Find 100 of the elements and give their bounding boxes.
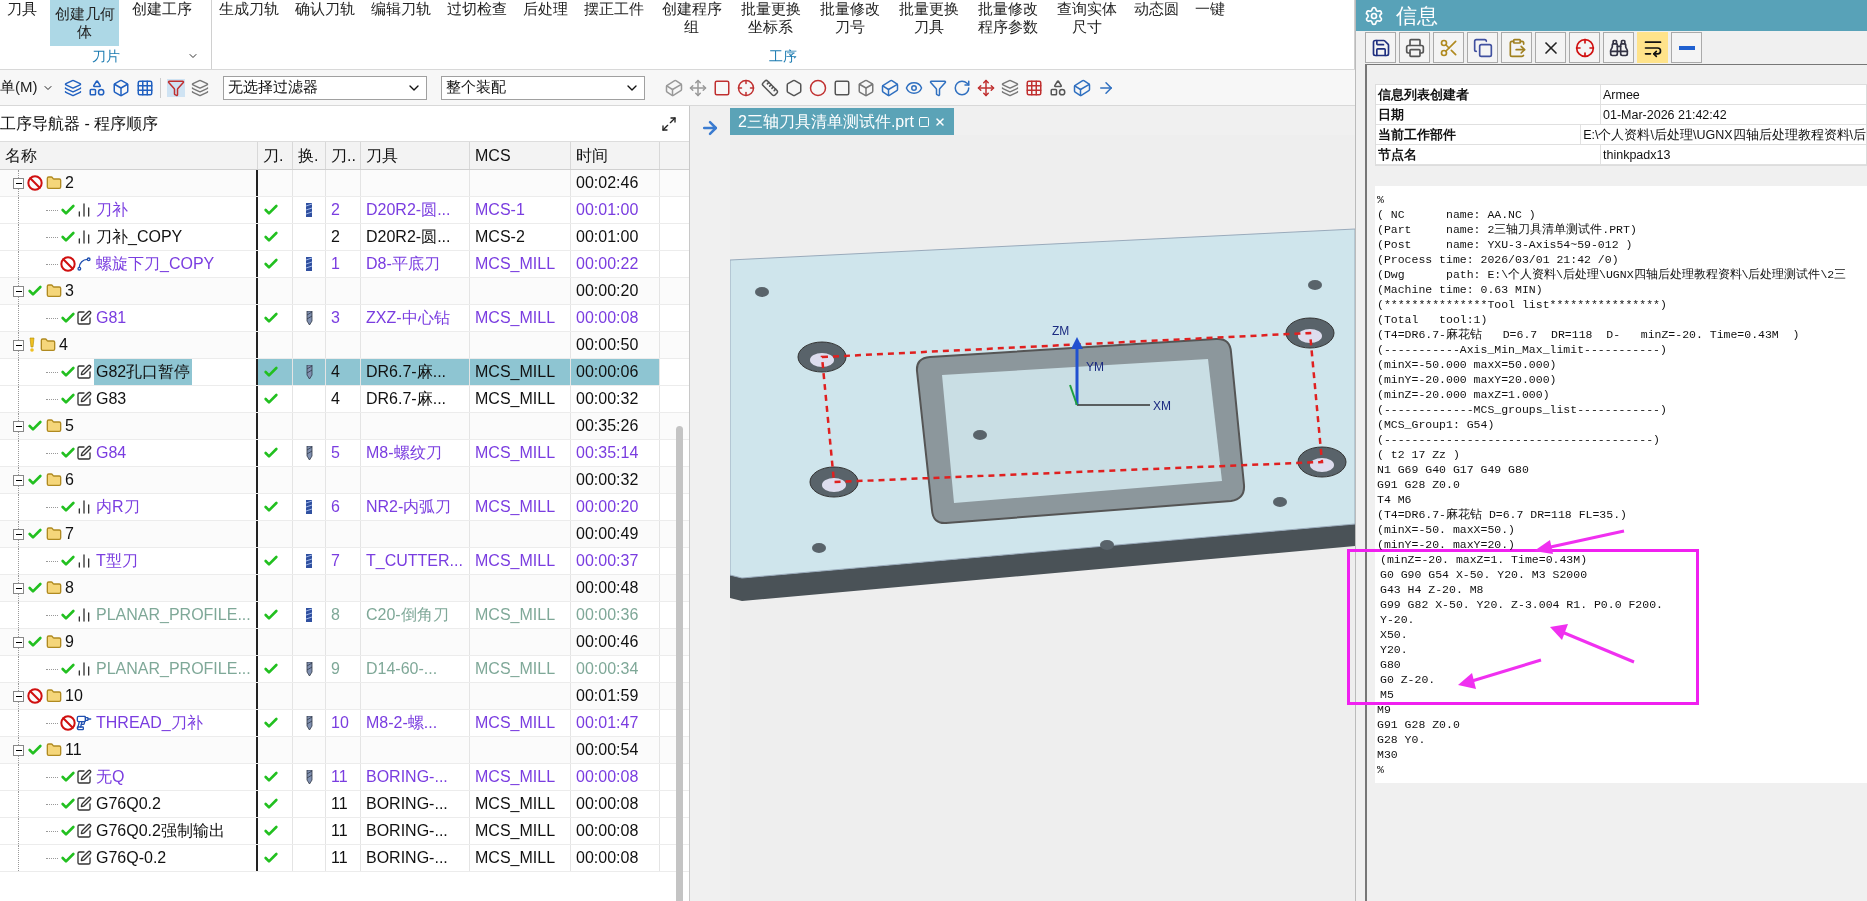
scrollbar[interactable] bbox=[676, 426, 683, 901]
shapes-icon[interactable] bbox=[1048, 78, 1067, 97]
tool-button[interactable] bbox=[1365, 32, 1396, 63]
table-cell-text: 00:00:37 bbox=[576, 551, 639, 571]
ribbon-button[interactable]: 过切检查 bbox=[444, 0, 510, 18]
ribbon-button[interactable]: 查询实体尺寸 bbox=[1052, 0, 1121, 36]
ribbon-button[interactable]: 后处理 bbox=[520, 0, 571, 18]
operation-name[interactable]: THREAD_刀补 bbox=[96, 711, 203, 735]
ribbon-button[interactable]: 批量更换刀具 bbox=[894, 0, 963, 36]
collapse-icon[interactable] bbox=[13, 339, 24, 351]
ribbon-button[interactable]: 创建工序 bbox=[129, 0, 195, 18]
collapse-icon[interactable] bbox=[13, 177, 24, 189]
box-icon[interactable] bbox=[856, 78, 875, 97]
operation-name[interactable]: G84 bbox=[96, 441, 127, 465]
circle-icon[interactable] bbox=[808, 78, 827, 97]
rotate-icon[interactable] bbox=[952, 78, 971, 97]
ribbon-button[interactable]: 一键 bbox=[1192, 0, 1228, 18]
tool-button[interactable] bbox=[1467, 32, 1498, 63]
column-header[interactable]: 刀.. bbox=[326, 142, 361, 169]
3d-viewport[interactable]: ZM YM XM bbox=[730, 135, 1355, 901]
operation-name[interactable]: 内R刀 bbox=[96, 495, 140, 519]
menu-button[interactable]: 单(M) bbox=[0, 76, 58, 99]
collapse-icon[interactable] bbox=[13, 636, 24, 648]
cube-icon[interactable] bbox=[880, 78, 899, 97]
operation-name[interactable]: G76Q0.2 bbox=[96, 792, 161, 816]
layers-icon[interactable] bbox=[190, 78, 209, 97]
operation-name[interactable]: G83 bbox=[96, 387, 127, 411]
collapse-icon[interactable] bbox=[13, 582, 24, 594]
collapse-icon[interactable] bbox=[13, 285, 24, 297]
column-header[interactable]: 刀. bbox=[258, 142, 293, 169]
operation-name[interactable]: 刀补_COPY bbox=[96, 225, 183, 249]
ribbon-button[interactable]: 编辑刀轨 bbox=[368, 0, 434, 18]
ribbon-button[interactable]: 创建程序组 bbox=[657, 0, 726, 36]
dropdown[interactable]: 无选择过滤器 bbox=[222, 75, 427, 100]
collapse-icon[interactable] bbox=[13, 528, 24, 540]
collapse-icon[interactable] bbox=[13, 474, 24, 486]
ruler-icon[interactable] bbox=[760, 78, 779, 97]
operation-name[interactable]: G81 bbox=[96, 306, 127, 330]
group-name[interactable]: 11 bbox=[65, 738, 82, 762]
collapse-icon[interactable] bbox=[13, 690, 24, 702]
operation-name[interactable]: 无Q bbox=[96, 765, 125, 789]
group-name[interactable]: 2 bbox=[65, 171, 74, 195]
operation-name[interactable]: 螺旋下刀_COPY bbox=[96, 252, 215, 276]
collapse-icon[interactable] bbox=[13, 744, 24, 756]
group-name[interactable]: 9 bbox=[65, 630, 74, 654]
column-header[interactable]: 时间 bbox=[571, 142, 660, 169]
dropdown[interactable]: 整个装配 bbox=[440, 75, 645, 100]
operation-name[interactable]: G76Q-0.2 bbox=[96, 846, 167, 870]
filter-icon[interactable] bbox=[166, 78, 185, 97]
operation-name[interactable]: T型刀 bbox=[96, 549, 138, 573]
tool-button[interactable] bbox=[1535, 32, 1566, 63]
crosshair-icon[interactable] bbox=[736, 78, 755, 97]
window-icon[interactable] bbox=[918, 115, 930, 128]
selection-box-icon[interactable] bbox=[832, 78, 851, 97]
hexagon-icon[interactable] bbox=[784, 78, 803, 97]
operation-name[interactable]: G76Q0.2强制输出 bbox=[96, 819, 225, 843]
column-header[interactable]: 名称 bbox=[0, 142, 258, 169]
filter-icon[interactable] bbox=[928, 78, 947, 97]
grid-icon[interactable] bbox=[135, 78, 154, 97]
group-name[interactable]: 6 bbox=[65, 468, 74, 492]
column-header[interactable]: 刀具 bbox=[361, 142, 470, 169]
close-icon[interactable] bbox=[934, 115, 946, 128]
column-header[interactable]: MCS bbox=[470, 142, 571, 169]
ribbon-button[interactable]: 确认刀轨 bbox=[292, 0, 358, 18]
grid-icon[interactable] bbox=[1024, 78, 1043, 97]
ribbon-button[interactable]: 创建几何体 bbox=[50, 0, 119, 46]
ribbon-button[interactable]: 批量修改刀号 bbox=[815, 0, 884, 36]
group-name[interactable]: 7 bbox=[65, 522, 74, 546]
square-icon[interactable] bbox=[712, 78, 731, 97]
code-line: (T4=DR6.7-麻花钻 D=6.7 DR=118 FL=35.) bbox=[1377, 507, 1627, 522]
ribbon-button[interactable]: 批量更换坐标系 bbox=[736, 0, 805, 36]
maximize-icon[interactable] bbox=[661, 115, 677, 132]
move-icon[interactable] bbox=[688, 78, 707, 97]
move-icon[interactable] bbox=[976, 78, 995, 97]
ribbon-button[interactable]: 动态圆 bbox=[1131, 0, 1182, 18]
column-header[interactable]: 换. bbox=[293, 142, 326, 169]
group-name[interactable]: 3 bbox=[65, 279, 74, 303]
code-line: G0 Z-20. bbox=[1380, 672, 1436, 687]
tool-button[interactable] bbox=[1399, 32, 1430, 63]
group-name[interactable]: 10 bbox=[65, 684, 83, 708]
axis-label: ZM bbox=[1052, 324, 1070, 338]
ribbon-button[interactable]: 生成刀轨 bbox=[216, 0, 282, 18]
settings-icon[interactable] bbox=[1364, 5, 1384, 26]
layers-icon[interactable] bbox=[1000, 78, 1019, 97]
group-name[interactable]: 8 bbox=[65, 576, 74, 600]
cube-icon[interactable] bbox=[1072, 78, 1091, 97]
layers-icon[interactable] bbox=[63, 78, 82, 97]
arrow-icon[interactable] bbox=[700, 118, 720, 138]
group-name[interactable]: 4 bbox=[59, 333, 68, 357]
shapes-icon[interactable] bbox=[87, 78, 106, 97]
ribbon-button[interactable]: 批量修改程序参数 bbox=[973, 0, 1042, 36]
box-icon[interactable] bbox=[111, 78, 130, 97]
ribbon-button[interactable]: 摆正工件 bbox=[581, 0, 647, 18]
operation-name[interactable]: 刀补 bbox=[96, 198, 128, 222]
ribbon-button[interactable]: 刀具 bbox=[4, 0, 40, 18]
collapse-icon[interactable] bbox=[13, 420, 24, 432]
group-name[interactable]: 5 bbox=[65, 414, 74, 438]
tool-button[interactable] bbox=[1603, 32, 1634, 63]
operation-name[interactable]: G82孔口暂停 bbox=[96, 360, 191, 384]
cube-icon[interactable] bbox=[664, 78, 683, 97]
